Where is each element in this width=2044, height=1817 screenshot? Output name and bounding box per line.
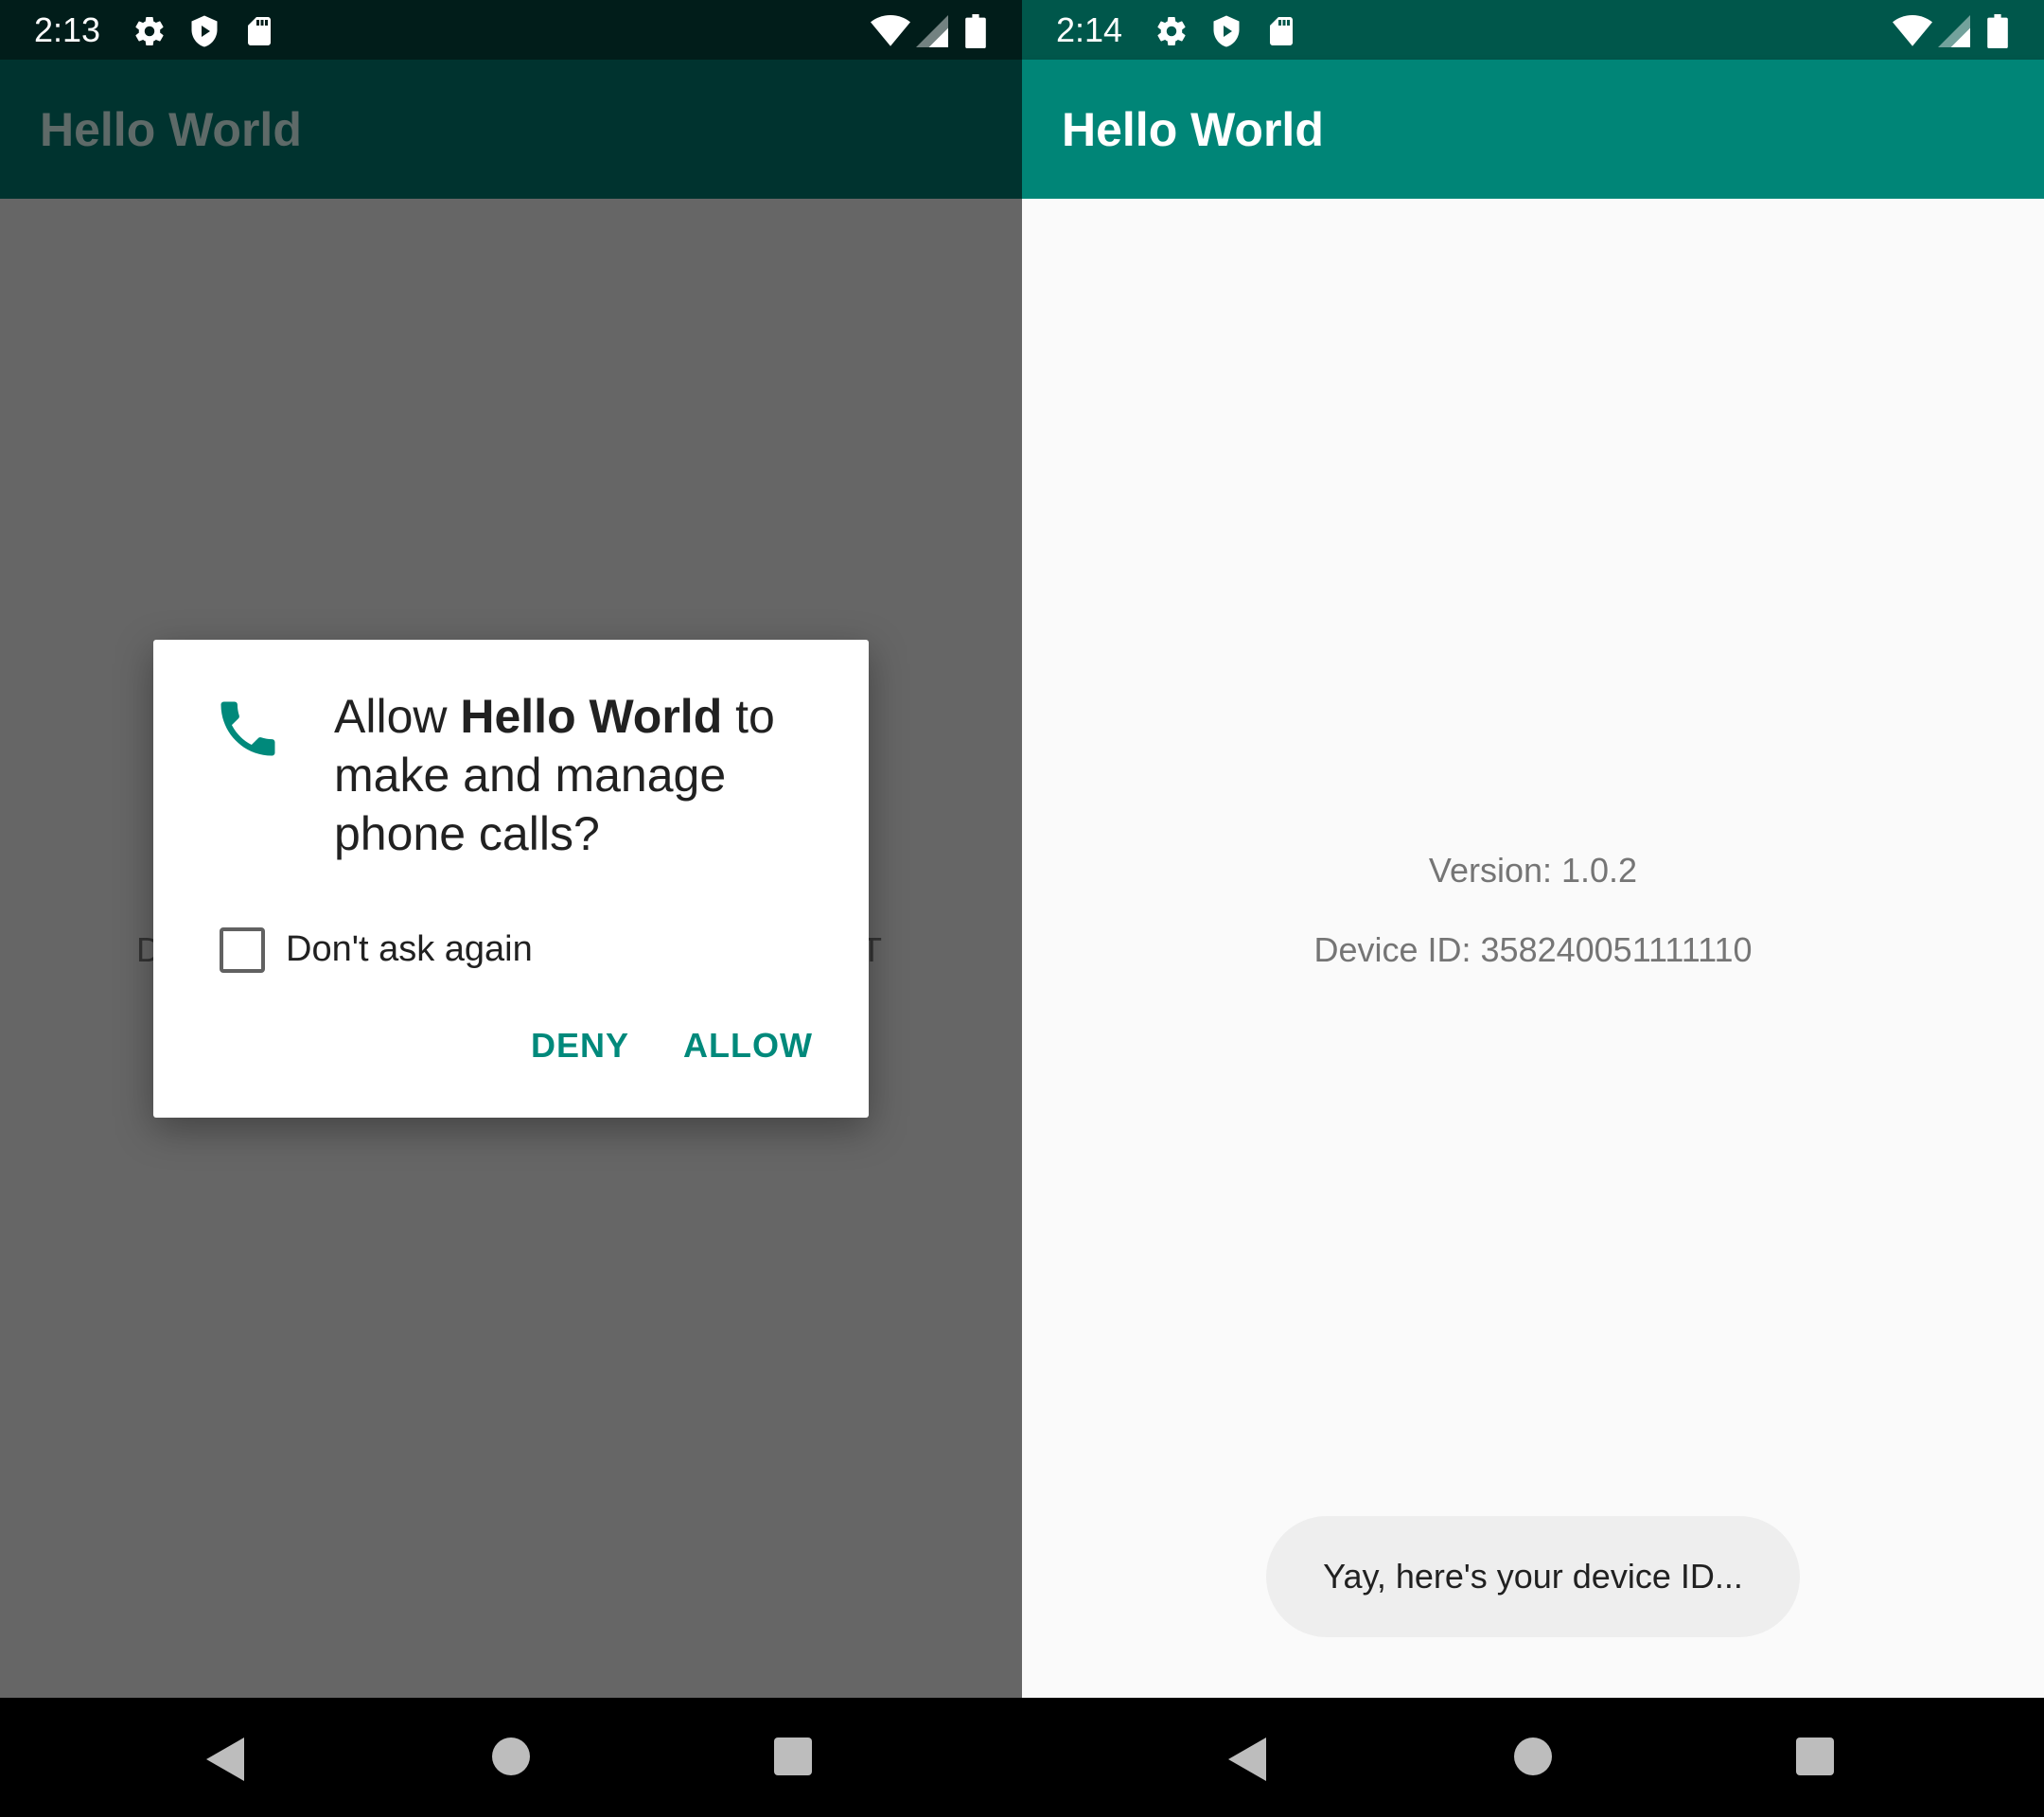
permission-message: Allow Hello World to make and manage pho… xyxy=(334,687,826,863)
toast: Yay, here's your device ID... xyxy=(1266,1516,1800,1637)
battery-icon xyxy=(1987,14,2008,48)
sd-card-icon xyxy=(1270,17,1293,45)
navigation-bar xyxy=(0,1698,1022,1817)
right-screen: 2:14 Hello World Version: 1.0.2 Device I… xyxy=(1022,0,2044,1817)
recents-icon[interactable] xyxy=(1796,1738,1834,1775)
status-time: 2:13 xyxy=(34,10,101,49)
status-bar: 2:13 xyxy=(0,0,1022,60)
wifi-icon xyxy=(1893,15,1932,46)
app-bar: Hello World xyxy=(1022,60,2044,199)
settings-icon xyxy=(1157,17,1186,46)
signal-icon xyxy=(1938,15,1970,47)
main-content: Version: 1.0.2 Device ID: 35824005111111… xyxy=(1022,199,2044,1698)
dont-ask-again-checkbox[interactable] xyxy=(220,927,265,973)
back-icon[interactable] xyxy=(206,1738,244,1781)
app-title: Hello World xyxy=(40,103,302,156)
message-prefix: Allow xyxy=(334,690,461,743)
app-name: Hello World xyxy=(460,690,723,743)
home-icon[interactable] xyxy=(1514,1738,1552,1775)
system-icons xyxy=(1893,14,2035,48)
battery-icon xyxy=(965,14,986,48)
shield-play-icon xyxy=(191,15,218,47)
permission-dialog: Allow Hello World to make and manage pho… xyxy=(153,640,869,1118)
back-icon[interactable] xyxy=(1228,1738,1266,1781)
shield-play-icon xyxy=(1213,15,1240,47)
recents-icon[interactable] xyxy=(774,1738,812,1775)
dont-ask-again-label[interactable]: Don't ask again xyxy=(286,927,533,971)
wifi-icon xyxy=(871,15,910,46)
system-icons xyxy=(871,14,1013,48)
sd-card-icon xyxy=(248,17,271,45)
signal-icon xyxy=(916,15,948,47)
phone-icon xyxy=(220,701,275,756)
toast-message: Yay, here's your device ID... xyxy=(1323,1557,1743,1596)
settings-icon xyxy=(135,17,164,46)
deny-button[interactable]: DENY xyxy=(531,1025,629,1067)
status-bar: 2:14 xyxy=(1022,0,2044,60)
version-text: Version: 1.0.2 xyxy=(1428,851,1638,890)
app-bar: Hello World xyxy=(0,60,1022,199)
navigation-bar xyxy=(1022,1698,2044,1817)
home-icon[interactable] xyxy=(492,1738,530,1775)
allow-button[interactable]: ALLOW xyxy=(683,1025,813,1067)
status-time: 2:14 xyxy=(1056,10,1123,49)
app-title: Hello World xyxy=(1062,103,1324,156)
device-id-text: Device ID: 358240051111110 xyxy=(1313,930,1753,969)
left-screen: 2:13 Hello World D T Allow Hello World t… xyxy=(0,0,1022,1817)
